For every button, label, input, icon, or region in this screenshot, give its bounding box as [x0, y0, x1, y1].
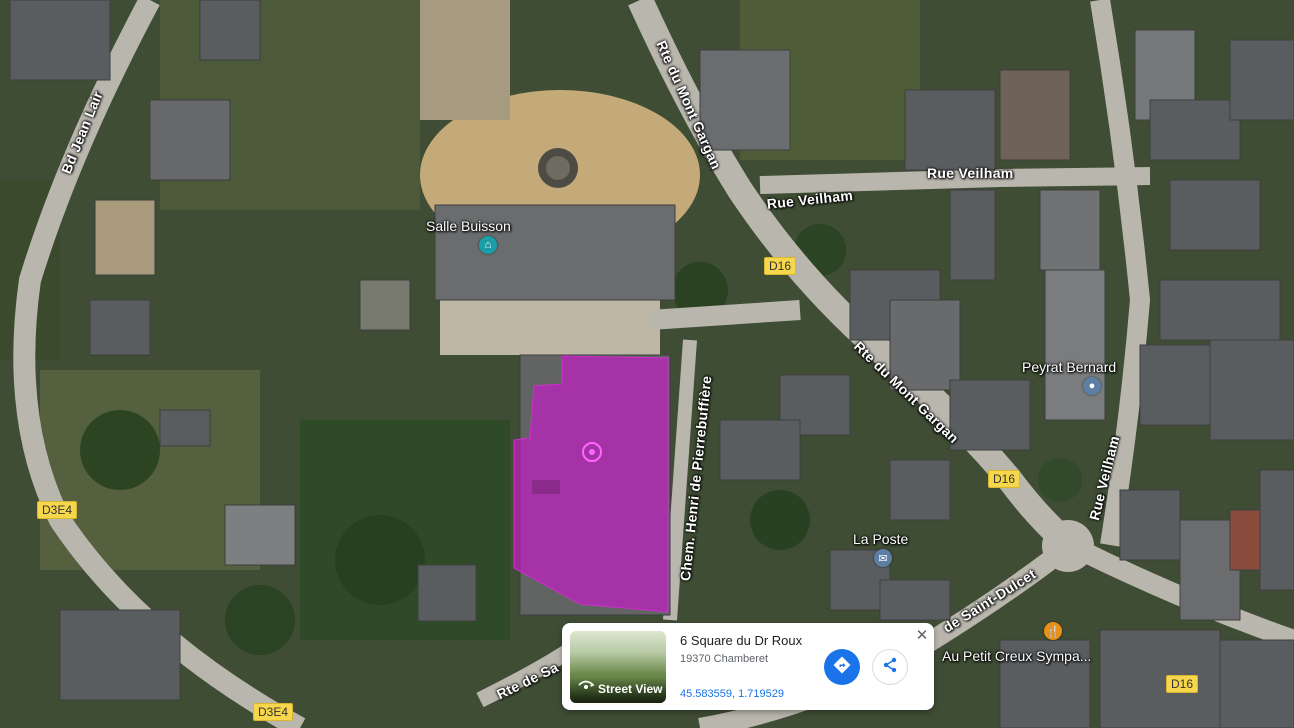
- directions-icon: [832, 655, 852, 680]
- road-label-rue-veilham-b: Rue Veilham: [927, 165, 1014, 181]
- route-shield-d16: D16: [1166, 675, 1199, 693]
- mail-pin-icon[interactable]: ✉: [874, 549, 892, 567]
- route-shield-d16: D16: [764, 257, 797, 275]
- poi-label-au-petit-creux[interactable]: Au Petit Creux Sympa...: [942, 648, 1091, 664]
- location-info-card: Street View 6 Square du Dr Roux 19370 Ch…: [562, 623, 934, 710]
- route-shield-d3e4: D3E4: [37, 501, 78, 519]
- share-button[interactable]: [872, 649, 908, 685]
- address-subtitle: 19370 Chamberet: [680, 653, 769, 665]
- close-icon: ✕: [915, 627, 929, 644]
- directions-button[interactable]: [824, 649, 860, 685]
- selected-parcel[interactable]: [513, 355, 669, 613]
- street-view-thumbnail[interactable]: Street View: [570, 631, 666, 703]
- address-title: 6 Square du Dr Roux: [680, 633, 803, 648]
- place-pin-icon[interactable]: ●: [1083, 377, 1101, 395]
- museum-pin-icon[interactable]: ⌂: [479, 236, 497, 254]
- route-shield-d3e4: D3E4: [253, 703, 294, 721]
- poi-label-peyrat-bernard[interactable]: Peyrat Bernard: [1022, 359, 1116, 375]
- poi-label-salle-buisson[interactable]: Salle Buisson: [426, 218, 511, 234]
- coordinates-link[interactable]: 45.583559, 1.719529: [680, 688, 784, 700]
- street-view-icon: [577, 678, 595, 697]
- street-view-label: Street View: [598, 682, 663, 696]
- share-icon: [881, 656, 899, 679]
- restaurant-pin-icon[interactable]: 🍴: [1044, 622, 1062, 640]
- close-button[interactable]: ✕: [914, 627, 930, 644]
- route-shield-d16: D16: [988, 470, 1021, 488]
- poi-label-la-poste[interactable]: La Poste: [853, 531, 908, 547]
